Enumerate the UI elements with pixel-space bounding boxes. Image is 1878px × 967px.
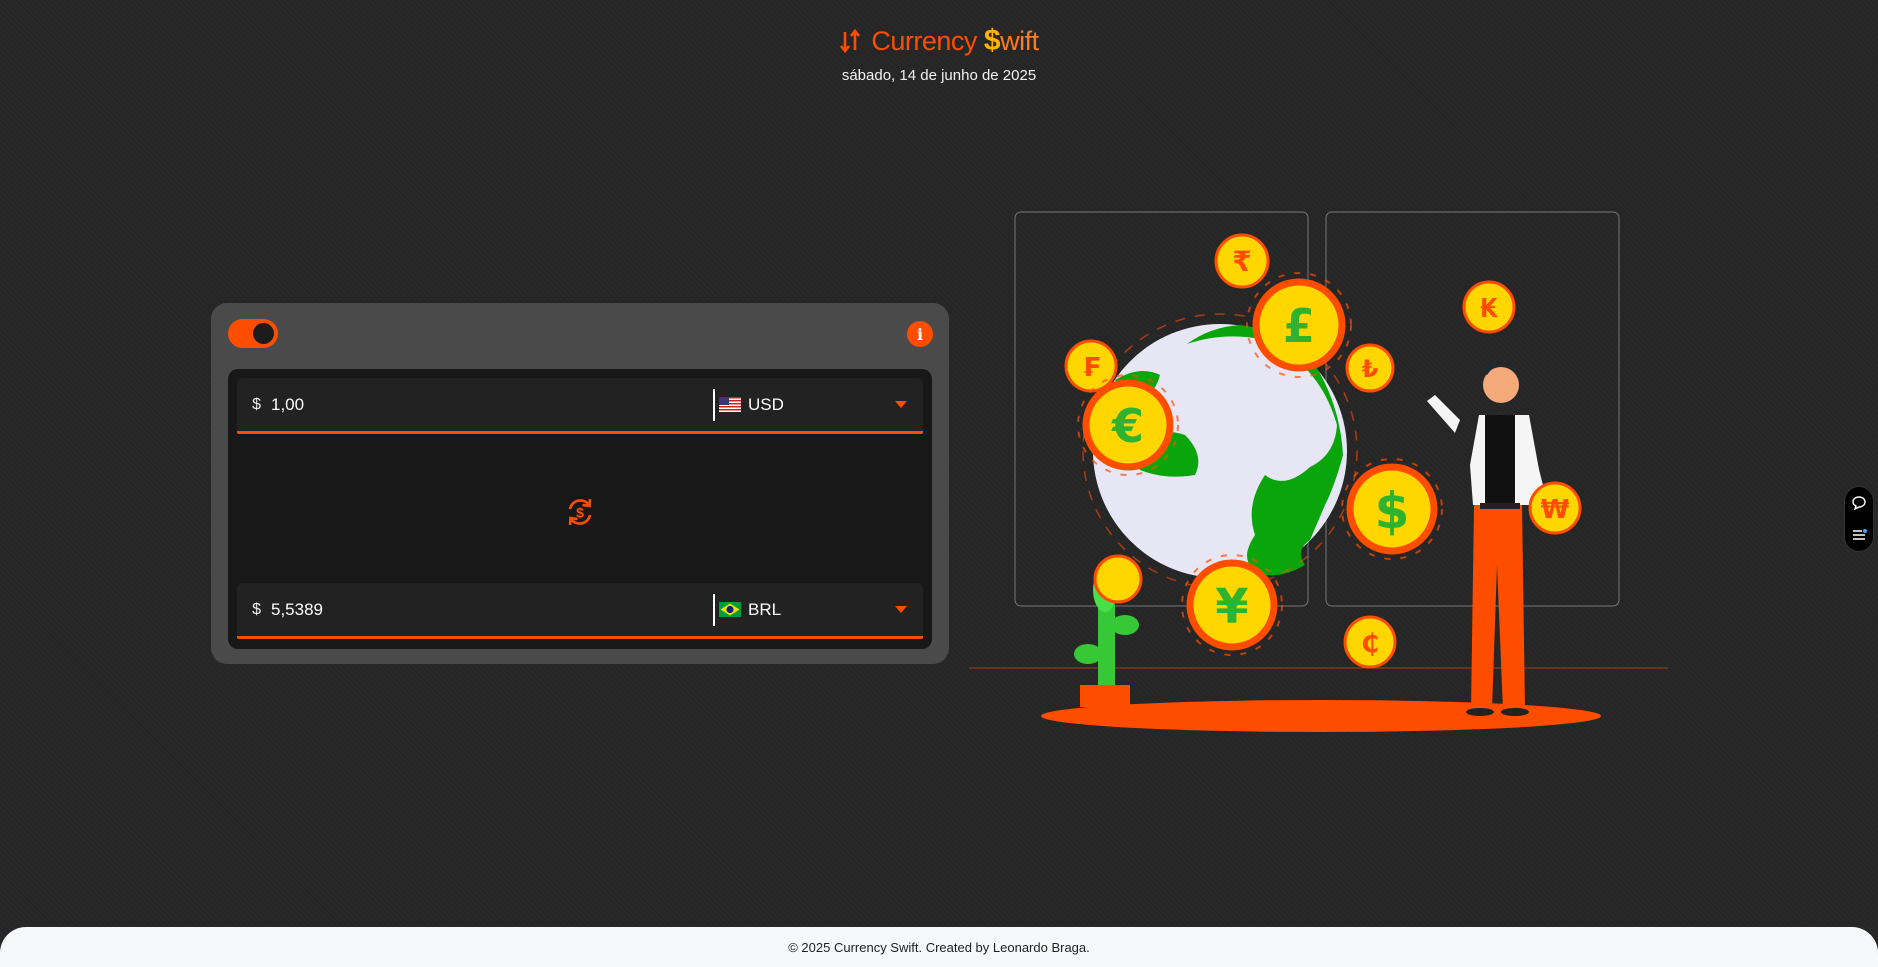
app-logo: Currency $wift xyxy=(839,24,1039,58)
svg-text:£: £ xyxy=(1283,299,1315,353)
coin-franc-icon: ₣ xyxy=(1064,339,1118,393)
theme-toggle[interactable] xyxy=(228,319,278,348)
coin-dollar-icon: $ xyxy=(1341,458,1443,560)
svg-text:$: $ xyxy=(1375,482,1410,540)
to-currency-code: BRL xyxy=(748,599,782,619)
converter-card: i $ USD xyxy=(211,303,949,664)
person-illustration xyxy=(1427,361,1543,716)
from-currency-field: $ USD xyxy=(237,378,923,434)
svg-text:₭: ₭ xyxy=(1480,294,1499,324)
svg-text:¥: ¥ xyxy=(1215,579,1248,635)
from-currency-select[interactable]: USD xyxy=(719,395,923,415)
to-amount-input[interactable] xyxy=(271,599,713,620)
chevron-down-icon xyxy=(895,606,907,613)
logo-dollar-s: $ xyxy=(983,24,1001,57)
svg-text:₩: ₩ xyxy=(1541,495,1570,525)
us-flag-icon xyxy=(719,397,741,412)
chat-bubble-icon[interactable] xyxy=(1851,495,1867,511)
coin-rupee-icon: ₹ xyxy=(1214,233,1270,289)
from-currency-code: USD xyxy=(748,394,784,414)
swap-currency-icon[interactable]: $ xyxy=(564,496,596,528)
br-flag-icon xyxy=(719,602,741,617)
logo-word-wift: wift xyxy=(1000,26,1039,56)
coin-yen-icon: ¥ xyxy=(1181,554,1283,656)
page-header: Currency $wift sábado, 14 de junho de 20… xyxy=(0,24,1878,84)
svg-text:€: € xyxy=(1111,399,1144,453)
svg-text:₺: ₺ xyxy=(1362,355,1379,383)
from-currency-symbol: $ xyxy=(252,395,261,413)
coin-won-icon: ₩ xyxy=(1528,481,1582,535)
footer-copyright: © 2025 Currency Swift. Created by Leonar… xyxy=(788,940,1090,955)
from-amount-input[interactable] xyxy=(271,394,713,415)
converter-panel: $ USD $ xyxy=(228,369,932,649)
coin-lira-icon: ₺ xyxy=(1345,343,1395,393)
side-widget[interactable] xyxy=(1844,486,1874,552)
coin-cedi-icon: ₵ xyxy=(1343,615,1397,669)
to-currency-field: $ BRL xyxy=(237,583,923,639)
to-currency-select[interactable]: BRL xyxy=(719,600,923,620)
current-date: sábado, 14 de junho de 2025 xyxy=(841,67,1037,84)
coin-partial-icon xyxy=(1093,554,1143,604)
currency-globe-illustration: ₹ £ ₣ ₺ € ₭ $ ₩ ¥ ₵ xyxy=(969,211,1668,732)
to-currency-symbol: $ xyxy=(252,600,261,618)
menu-list-icon[interactable] xyxy=(1851,527,1867,543)
logo-word-currency: Currency xyxy=(871,26,977,56)
info-icon[interactable]: i xyxy=(907,321,933,347)
chevron-down-icon xyxy=(895,401,907,408)
swap-arrows-logo-icon xyxy=(840,28,861,54)
svg-text:$: $ xyxy=(576,505,584,521)
svg-text:₹: ₹ xyxy=(1232,245,1251,278)
coin-kip-icon: ₭ xyxy=(1462,280,1516,334)
field-divider xyxy=(713,593,715,626)
svg-text:₣: ₣ xyxy=(1082,353,1100,383)
page-footer: © 2025 Currency Swift. Created by Leonar… xyxy=(0,927,1878,967)
svg-text:₵: ₵ xyxy=(1361,629,1379,659)
toggle-knob xyxy=(253,323,274,344)
field-divider xyxy=(713,388,715,421)
